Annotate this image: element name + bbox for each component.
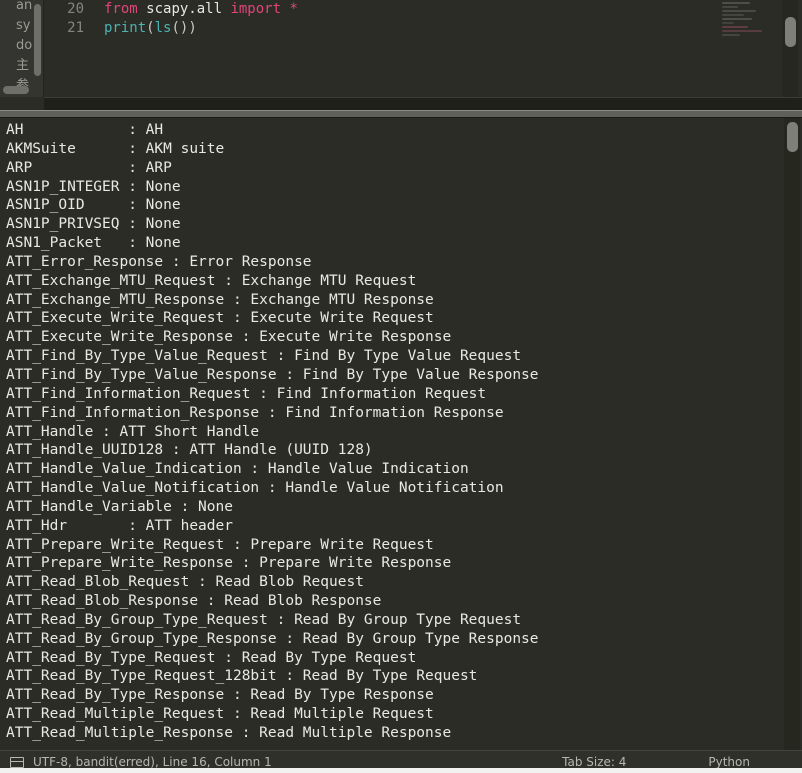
output-line: ATT_Prepare_Write_Request : Prepare Writ… <box>6 536 434 553</box>
code-token: ls <box>154 20 172 36</box>
output-line: ATT_Read_Blob_Response : Read Blob Respo… <box>6 593 382 610</box>
code-token: ) <box>188 20 197 36</box>
output-line: ATT_Read_Multiple_Request : Read Multipl… <box>6 706 434 723</box>
code-token: () <box>171 20 189 36</box>
code-text-area[interactable]: from scapy.all import * print(ls()) <box>94 0 802 97</box>
editor-vertical-scrollbar[interactable] <box>782 0 798 97</box>
output-line: ATT_Hdr : ATT header <box>6 517 233 534</box>
output-line: ARP : ARP <box>6 159 172 176</box>
minimap-line <box>722 34 740 36</box>
output-line: ASN1P_INTEGER : None <box>6 178 181 195</box>
output-line: ATT_Handle_Variable : None <box>6 498 233 515</box>
pane-splitter[interactable] <box>0 110 802 118</box>
code-token: from <box>104 1 138 17</box>
output-line: ATT_Find_By_Type_Value_Response : Find B… <box>6 366 539 383</box>
code-line[interactable]: from scapy.all import * <box>104 0 802 19</box>
output-line: ATT_Read_By_Group_Type_Response : Read B… <box>6 630 539 647</box>
output-text: AH : AH AKMSuite : AKM suite ARP : ARP ASN1… <box>0 118 784 750</box>
desktop-background-sliver <box>0 768 802 773</box>
output-line: ATT_Find_Information_Request : Find Info… <box>6 385 487 402</box>
code-token: scapy.all <box>146 1 223 17</box>
output-line: ATT_Execute_Write_Response : Execute Wri… <box>6 329 452 346</box>
code-line[interactable]: print(ls()) <box>104 19 802 38</box>
output-line: ASN1P_PRIVSEQ : None <box>6 216 181 233</box>
status-language[interactable]: Python <box>708 755 750 769</box>
output-line: ATT_Prepare_Write_Response : Prepare Wri… <box>6 555 452 572</box>
autocomplete-horizontal-scrollbar[interactable] <box>3 86 29 94</box>
output-line: ATT_Read_Multiple_Response : Read Multip… <box>6 725 452 741</box>
minimap-line <box>722 26 748 28</box>
autocomplete-item[interactable]: 启 <box>0 96 43 97</box>
output-line: ATT_Handle : ATT Short Handle <box>6 423 260 440</box>
output-line: ASN1_Packet : None <box>6 235 181 252</box>
minimap-line <box>722 30 762 32</box>
output-line: ATT_Execute_Write_Request : Execute Writ… <box>6 310 434 327</box>
output-line: ATT_Read_By_Type_Request_128bit : Read B… <box>6 668 478 685</box>
output-line: ATT_Read_By_Group_Type_Request : Read By… <box>6 611 522 628</box>
editor-window: ansydo主参启 2021 from scapy.all import *pr… <box>0 0 802 773</box>
minimap-line <box>722 10 756 12</box>
output-line: ATT_Find_Information_Response : Find Inf… <box>6 404 504 421</box>
code-token: ( <box>146 20 155 36</box>
output-line: AKMSuite : AKM suite <box>6 140 225 157</box>
output-scrollbar-thumb[interactable] <box>787 122 798 152</box>
document-icon <box>10 756 24 768</box>
code-token: import <box>230 1 282 17</box>
minimap-line <box>722 6 738 8</box>
status-tab-size[interactable]: Tab Size: 4 <box>562 755 626 769</box>
output-line: ATT_Handle_Value_Indication : Handle Val… <box>6 461 469 478</box>
minimap-line <box>722 22 734 24</box>
code-editor-pane[interactable]: ansydo主参启 2021 from scapy.all import *pr… <box>0 0 802 110</box>
editor-scrollbar-thumb[interactable] <box>785 17 796 47</box>
code-minimap[interactable] <box>716 0 778 97</box>
output-line: ATT_Read_By_Type_Request : Read By Type … <box>6 649 417 666</box>
minimap-line <box>722 14 744 16</box>
editor-body[interactable]: 20 21 from scapy.all import * print(ls()) <box>44 0 802 97</box>
autocomplete-popup[interactable]: ansydo主参启 <box>0 0 44 97</box>
output-line: ATT_Exchange_MTU_Request : Exchange MTU … <box>6 272 417 289</box>
line-number: 21 <box>67 20 84 36</box>
output-line: ATT_Error_Response : Error Response <box>6 253 312 270</box>
output-vertical-scrollbar[interactable] <box>784 118 800 750</box>
status-encoding-position[interactable]: UTF-8, bandit(erred), Line 16, Column 1 <box>33 755 272 769</box>
output-line: ATT_Find_By_Type_Value_Request : Find By… <box>6 348 522 365</box>
minimap-line <box>722 18 752 20</box>
output-line: ATT_Read_Blob_Request : Read Blob Reques… <box>6 574 364 591</box>
output-line: ATT_Read_By_Type_Response : Read By Type… <box>6 687 434 704</box>
minimap-line <box>722 2 750 4</box>
code-token: * <box>289 1 298 17</box>
editor-horizontal-scrollbar[interactable] <box>44 97 802 110</box>
autocomplete-scrollbar[interactable] <box>34 4 41 76</box>
output-line: ATT_Exchange_MTU_Response : Exchange MTU… <box>6 291 434 308</box>
line-number: 20 <box>67 1 84 17</box>
output-line: ATT_Handle_Value_Notification : Handle V… <box>6 480 504 497</box>
line-number-gutter: 20 21 <box>44 0 94 97</box>
output-line: ATT_Handle_UUID128 : ATT Handle (UUID 12… <box>6 442 373 459</box>
output-console-pane[interactable]: AH : AH AKMSuite : AKM suite ARP : ARP ASN1… <box>0 118 802 750</box>
output-line: AH : AH <box>6 122 164 138</box>
code-token: print <box>104 20 147 36</box>
output-line: ASN1P_OID : None <box>6 197 181 214</box>
